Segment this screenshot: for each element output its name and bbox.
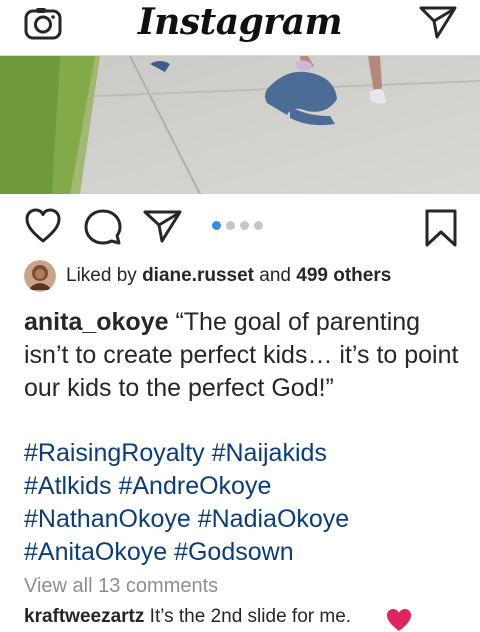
caption-username[interactable]: anita_okoye [24,308,169,336]
likes-prefix: Liked by [66,265,137,286]
post-photo[interactable] [0,56,480,194]
carousel-dot [212,221,221,230]
comment-row: kraftweezartz It’s the 2nd slide for me. [24,606,351,628]
hashtag-line[interactable]: #RaisingRoyalty #Naijakids [24,437,464,470]
likes-others[interactable]: 499 others [296,265,391,287]
view-all-comments-link[interactable]: View all 13 comments [24,575,218,598]
liked-by-user[interactable]: diane.russet [142,265,254,287]
carousel-dot [226,221,235,230]
comment-bubble-icon[interactable] [83,208,123,246]
carousel-indicator [212,217,268,230]
top-bar: Instagram [0,0,480,56]
post-caption: anita_okoye “The goal of parenting isn’t… [24,306,464,405]
action-bar [0,208,480,252]
heart-icon[interactable] [24,208,62,244]
share-plane-icon[interactable] [143,208,183,244]
instagram-logo[interactable]: Instagram [0,0,480,44]
likes-row[interactable]: Liked by diane.russet and 499 others [24,260,391,292]
bookmark-icon[interactable] [424,208,458,248]
hashtag-line[interactable]: #Atlkids #AndreOkoye [24,470,464,503]
hashtags: #RaisingRoyalty #Naijakids #Atlkids #And… [24,437,464,569]
carousel-dot [240,221,249,230]
likes-and: and [254,265,297,286]
hashtag-line[interactable]: #NathanOkoye #NadiaOkoye [24,503,464,536]
avatar[interactable] [24,260,56,292]
paper-plane-icon[interactable] [419,4,457,40]
red-heart-emoji-icon [387,609,411,631]
hashtag-line[interactable]: #AnitaOkoye #Godsown [24,536,464,569]
carousel-dot [254,221,263,230]
